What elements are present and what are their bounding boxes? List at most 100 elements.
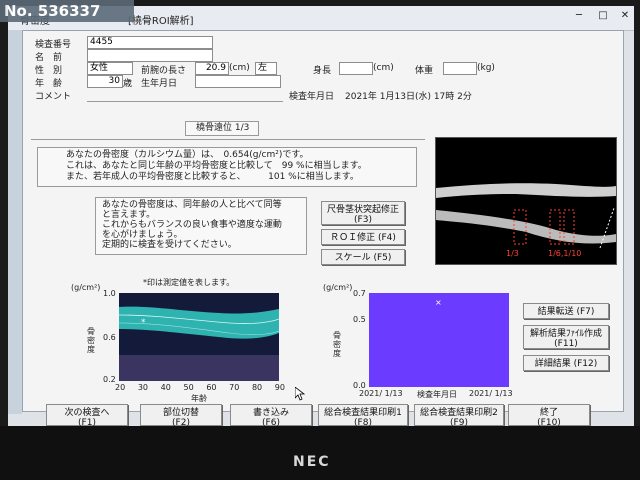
birth-date-label: 生年月日: [141, 79, 178, 89]
photo-watermark: No. 536337: [0, 0, 134, 22]
exam-number-field[interactable]: 4455: [87, 36, 213, 49]
advice-line-5: 定期的に検査を受けてください。: [102, 240, 237, 250]
height-label: 身長: [313, 66, 332, 76]
birth-date-field[interactable]: [195, 75, 281, 88]
weight-field[interactable]: [443, 62, 477, 75]
fkey-label: 総合検査結果印刷1: [324, 408, 402, 418]
fkey-key: (F6): [262, 418, 280, 426]
graph2-fill: [369, 293, 509, 387]
next-exam-button[interactable]: 次の検査へ (F1): [46, 404, 128, 426]
site-label: 橈骨遠位 1/3: [196, 123, 250, 133]
graph1-low-zone: [119, 355, 279, 381]
analysis-file-button[interactable]: 解析結果ﾌｧｲﾙ作成 (F11): [523, 325, 609, 349]
graph1-unit: (g/cm²): [71, 283, 101, 292]
graph1-xtick: 70: [229, 383, 240, 392]
ulna-fix-label: 尺骨茎状突起修正: [326, 205, 399, 215]
mouse-cursor-icon: [295, 387, 305, 401]
xray-label-1-3: 1/3: [506, 249, 519, 258]
exit-button[interactable]: 終了 (F10): [508, 404, 590, 426]
graph1-xtick: 90: [274, 383, 285, 392]
height-field[interactable]: [339, 62, 373, 75]
write-button[interactable]: 書き込み (F6): [230, 404, 312, 426]
roi-fix-button[interactable]: ＲＯＩ修正 (F4): [321, 229, 405, 245]
exam-number-label: 検査番号: [35, 40, 72, 50]
sex-field[interactable]: 女性: [87, 62, 133, 75]
xray-svg: 1/3 1/6,1/10: [436, 183, 616, 258]
ulna-fix-button[interactable]: 尺骨茎状突起修正 (F3): [321, 201, 405, 225]
name-label: 名 前: [35, 53, 63, 63]
result-box: あなたの骨密度（カルシウム量）は、 0.654(g/cm²)です。 これは、あな…: [37, 147, 417, 187]
graph1-xtick: 20: [115, 383, 126, 392]
age-unit: 歳: [123, 79, 133, 89]
age-label: 年 齢: [35, 79, 63, 89]
graph2-x-right: 2021/ 1/13: [469, 389, 513, 398]
weight-label: 体重: [415, 66, 434, 76]
minimize-icon[interactable]: ─: [568, 10, 590, 24]
graph1-plot: *: [118, 293, 280, 381]
result-line-3: また、若年成人の平均骨密度と比較すると、 101 %に相当します。: [66, 172, 359, 182]
comment-label: コメント: [35, 92, 72, 102]
graph2-x-left: 2021/ 1/13: [359, 389, 403, 398]
monitor-bezel: [0, 426, 640, 480]
graph1-xtick: 60: [206, 383, 217, 392]
result-line-2: これは、あなたと同じ年齢の平均骨密度と比較して 99 %に相当します。: [66, 161, 367, 171]
fkey-key: (F10): [537, 418, 561, 426]
comment-underline: [87, 101, 283, 102]
graph1-measurement-marker: *: [141, 318, 146, 328]
fkey-key: (F8): [354, 418, 372, 426]
monitor-brand-logo: NEC: [293, 454, 331, 470]
ulna-fix-key: (F3): [354, 215, 372, 225]
age-field[interactable]: 30: [87, 75, 123, 88]
graph1-xlabel: 年齢: [191, 394, 207, 403]
graph1-ymin: 0.2: [103, 375, 116, 384]
graph2-ymax: 0.7: [353, 289, 366, 298]
graph2-plot: ×: [369, 293, 509, 387]
fkey-key: (F2): [172, 418, 190, 426]
graph1-xtick: 40: [160, 383, 171, 392]
advice-box: あなたの骨密度は、同年齢の人と比べて同等 と言えます。 これからもバランスの良い…: [95, 197, 307, 255]
forearm-length-label: 前腕の長さ: [141, 66, 187, 76]
graph1-xtick: 50: [183, 383, 194, 392]
graph1-ylabel: 骨密度: [87, 327, 95, 354]
graph1-ymax: 1.0: [103, 289, 116, 298]
forearm-unit: (cm): [229, 63, 250, 73]
result-transfer-button[interactable]: 結果転送 (F7): [523, 303, 609, 319]
print-summary-1-button[interactable]: 総合検査結果印刷1 (F8): [318, 404, 408, 426]
graph1-xtick: 80: [251, 383, 263, 392]
forearm-length-field[interactable]: 20.9: [195, 62, 229, 75]
xray-label-ud: 1/6,1/10: [548, 249, 581, 258]
fkey-key: (F1): [78, 418, 96, 426]
fkey-label: 次の検査へ: [64, 408, 110, 418]
graph2-unit: (g/cm²): [323, 283, 353, 292]
main-window: 検査番号 4455 名 前 性 別 女性 前腕の長さ 20.9 (cm) 左 身…: [22, 30, 624, 412]
result-line-1: あなたの骨密度（カルシウム量）は、 0.654(g/cm²)です。: [66, 150, 309, 160]
fkey-label: 書き込み: [252, 408, 289, 418]
switch-site-button[interactable]: 部位切替 (F2): [140, 404, 222, 426]
window-title: [橈骨ROI解析]: [128, 16, 194, 27]
graph2-x-mid: 検査年月日: [417, 390, 457, 399]
analysis-file-key: (F11): [554, 339, 578, 349]
exam-date-label: 検査年月日: [289, 92, 335, 102]
close-icon[interactable]: ✕: [614, 10, 634, 24]
graph2-ymid: 0.5: [353, 315, 366, 324]
graph1-svg: *: [118, 293, 280, 381]
radius-bone: [436, 183, 616, 198]
sex-label: 性 別: [35, 66, 63, 76]
fkey-label: 総合検査結果印刷2: [420, 408, 498, 418]
weight-unit: (kg): [477, 63, 495, 73]
name-field[interactable]: [87, 49, 213, 62]
scale-button[interactable]: スケール (F5): [321, 249, 405, 265]
background-window-edge: [8, 30, 22, 414]
maximize-icon[interactable]: □: [592, 10, 614, 24]
graph1-xticks: 20 30 40 50 60 70 80 90: [115, 383, 285, 392]
height-unit: (cm): [373, 63, 394, 73]
graph2-ylabel: 骨密度: [333, 331, 341, 358]
site-tab[interactable]: 橈骨遠位 1/3: [185, 121, 259, 136]
graph1-note: *印は測定値を表します。: [143, 278, 235, 287]
print-summary-2-button[interactable]: 総合検査結果印刷2 (F9): [414, 404, 504, 426]
detail-result-button[interactable]: 詳細結果 (F12): [523, 355, 609, 371]
forearm-side-field[interactable]: 左: [255, 62, 277, 75]
graph1-ymid: 0.6: [103, 333, 116, 342]
fkey-key: (F9): [450, 418, 468, 426]
screen: 骨密度 [橈骨ROI解析] ─ □ ✕ 検査番号 4455 名 前 性 別 女性…: [8, 6, 634, 426]
